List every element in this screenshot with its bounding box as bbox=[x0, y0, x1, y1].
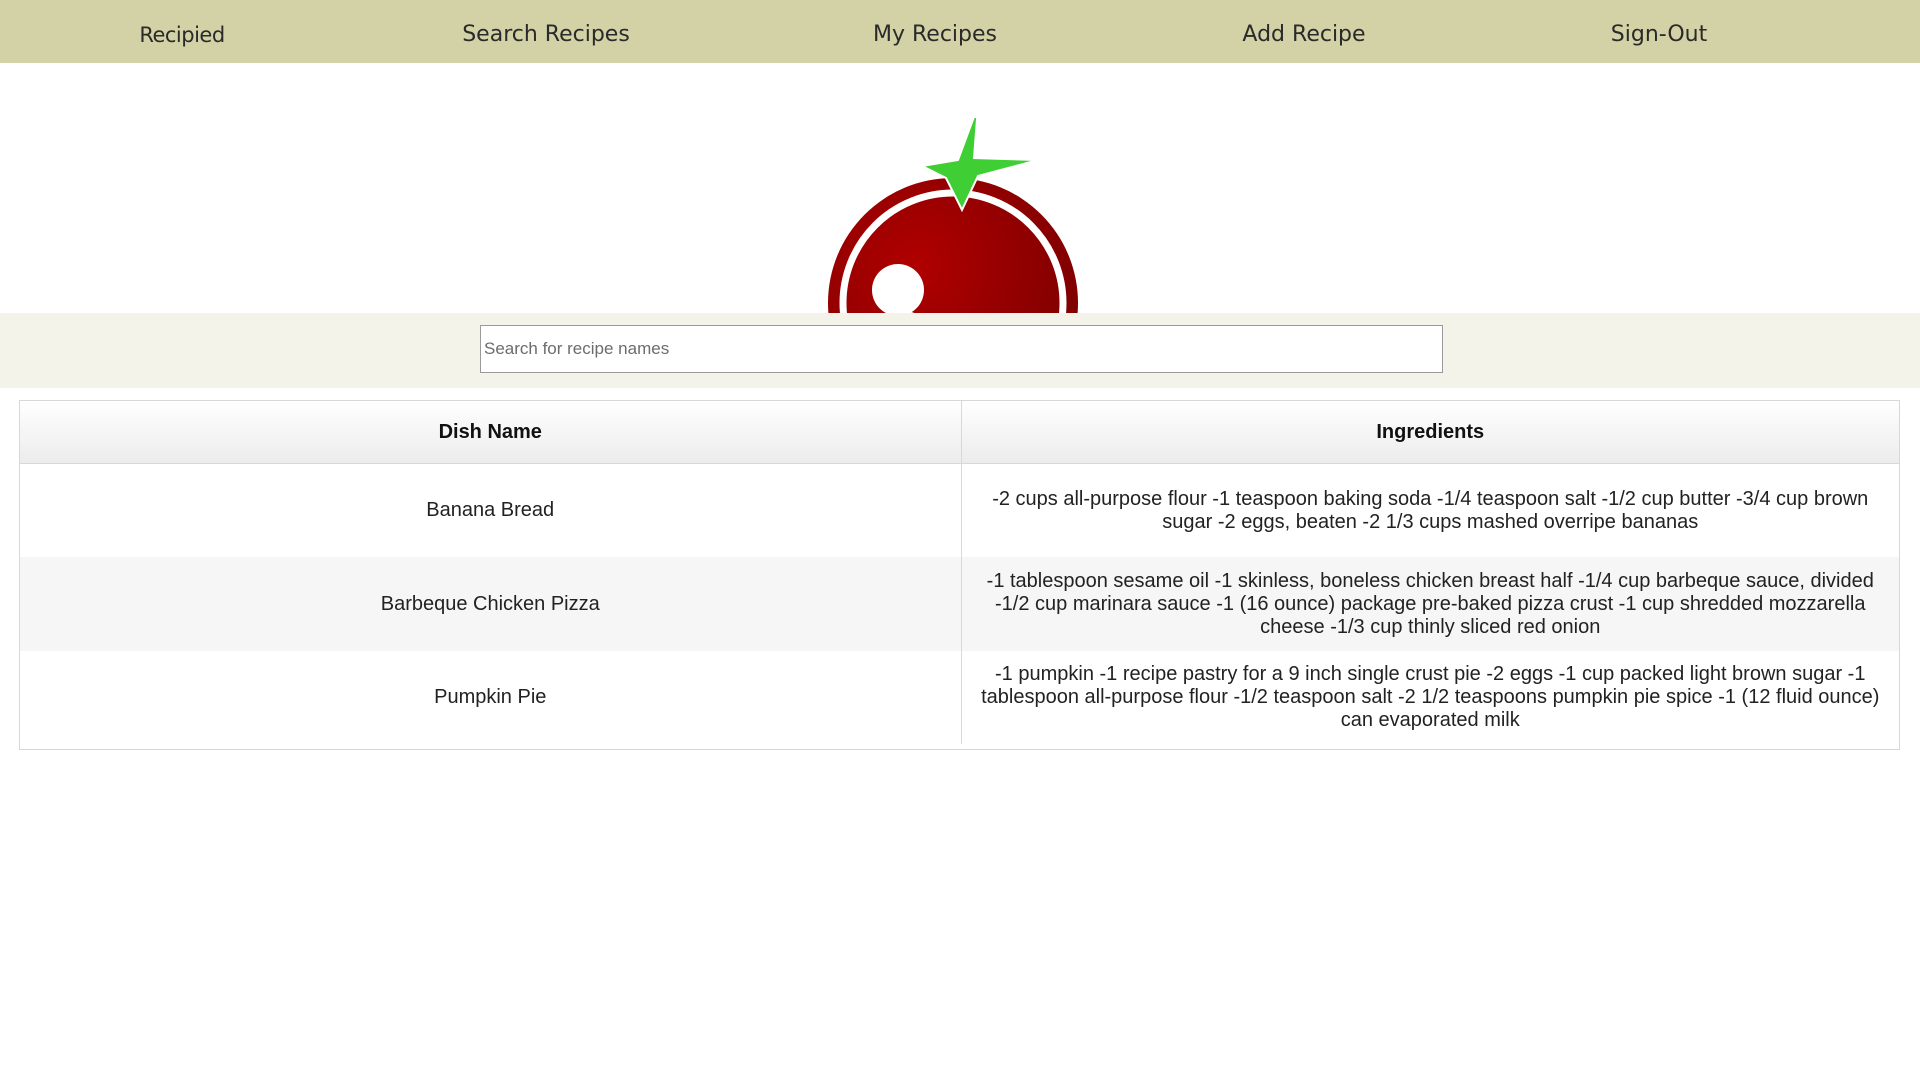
tomato-logo-icon bbox=[828, 118, 1078, 313]
nav-search-recipes-link[interactable]: Search Recipes bbox=[462, 0, 630, 63]
table-row[interactable]: Banana Bread -2 cups all-purpose flour -… bbox=[20, 463, 1899, 557]
dish-name-cell: Banana Bread bbox=[20, 463, 962, 557]
dish-name-cell: Pumpkin Pie bbox=[20, 651, 962, 744]
dish-name-cell: Barbeque Chicken Pizza bbox=[20, 557, 962, 651]
nav-add-recipe-link[interactable]: Add Recipe bbox=[1242, 0, 1365, 63]
ingredients-cell: -1 pumpkin -1 recipe pastry for a 9 inch… bbox=[961, 651, 1899, 744]
nav-my-recipes-link[interactable]: My Recipes bbox=[873, 0, 997, 63]
recipe-search-input[interactable] bbox=[480, 325, 1443, 373]
top-navbar: Recipied Search Recipes My Recipes Add R… bbox=[0, 0, 1920, 63]
table-row[interactable]: Barbeque Chicken Pizza -1 tablespoon ses… bbox=[20, 557, 1899, 651]
column-header-dish-name[interactable]: Dish Name bbox=[20, 401, 962, 464]
nav-sign-out-link[interactable]: Sign-Out bbox=[1611, 0, 1707, 63]
ingredients-cell: -2 cups all-purpose flour -1 teaspoon ba… bbox=[961, 463, 1899, 557]
nav-brand-link[interactable]: Recipied bbox=[139, 0, 225, 63]
logo-banner bbox=[0, 63, 1920, 313]
table-header-row: Dish Name Ingredients bbox=[20, 401, 1899, 464]
column-header-ingredients[interactable]: Ingredients bbox=[961, 401, 1899, 464]
ingredients-cell: -1 tablespoon sesame oil -1 skinless, bo… bbox=[961, 557, 1899, 651]
search-band bbox=[0, 313, 1920, 388]
table-row[interactable]: Pumpkin Pie -1 pumpkin -1 recipe pastry … bbox=[20, 651, 1899, 744]
recipes-table-container: Dish Name Ingredients Banana Bread -2 cu… bbox=[19, 400, 1900, 750]
recipes-table: Dish Name Ingredients Banana Bread -2 cu… bbox=[20, 401, 1899, 744]
